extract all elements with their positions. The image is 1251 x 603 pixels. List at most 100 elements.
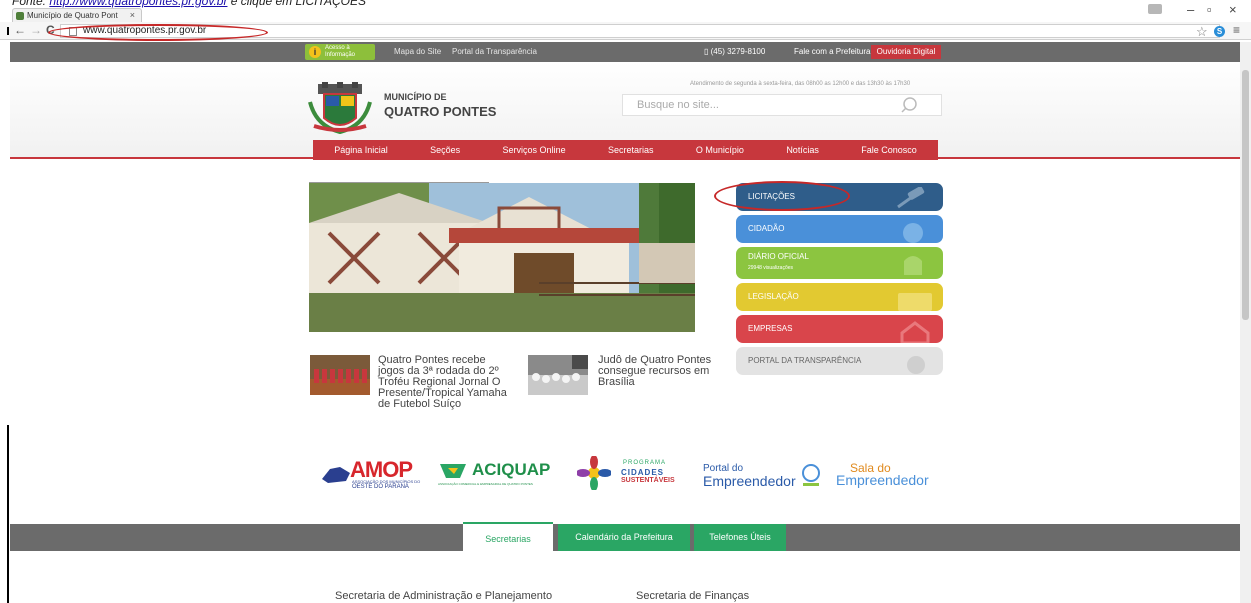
tab-telefones[interactable]: Telefones Úteis <box>694 524 786 551</box>
programa-line3: SUSTENTÁVEIS <box>621 477 675 484</box>
news-item-2-title[interactable]: Judô de Quatro Pontes consegue recursos … <box>598 355 718 388</box>
horario-text: Atendimento de segunda à sexta-feira, da… <box>690 81 911 87</box>
acesso-line2: Informação <box>325 52 356 58</box>
parana-map-icon <box>322 467 350 483</box>
cidadao-label: CIDADÃO <box>748 224 785 233</box>
nav-pagina-inicial[interactable]: Página Inicial <box>334 145 388 155</box>
window-close-icon[interactable]: × <box>1229 2 1237 17</box>
browser-menu-icon[interactable]: ≡ <box>1233 23 1240 37</box>
aciquap-text: ACIQUAP <box>472 460 551 479</box>
empresas-label: EMPRESAS <box>748 324 793 333</box>
bookmark-star-icon[interactable]: ☆ <box>1196 24 1208 40</box>
url-bar[interactable]: www.quatropontes.pr.gov.br <box>60 24 1220 38</box>
url-text: www.quatropontes.pr.gov.br <box>83 25 207 36</box>
team-photo <box>310 355 370 395</box>
secretaria-financas-link[interactable]: Secretaria de Finanças <box>636 590 749 602</box>
tab-close-icon[interactable]: × <box>130 9 135 22</box>
nav-secoes[interactable]: Seções <box>430 145 460 155</box>
sala-line2: Empreendedor <box>836 472 929 488</box>
service-portal-transparencia[interactable]: PORTAL DA TRANSPARÊNCIA <box>736 347 943 375</box>
banner-image[interactable] <box>309 183 695 332</box>
diario-views: 29948 visualizações <box>748 265 794 271</box>
magnifier-icon <box>907 356 925 374</box>
download-icon[interactable] <box>1148 4 1162 14</box>
municipio-label: MUNICÍPIO DE <box>384 92 447 102</box>
nav-o-municipio[interactable]: O Município <box>696 145 744 155</box>
programa-cidades-logo[interactable]: PROGRAMA CIDADES SUSTENTÁVEIS <box>577 456 682 492</box>
main-nav: Página Inicial Seções Serviços Online Se… <box>313 140 938 160</box>
service-diario-oficial[interactable]: DIÁRIO OFICIAL 29948 visualizações <box>736 247 943 279</box>
nav-fale-conosco[interactable]: Fale Conosco <box>861 145 917 155</box>
tab-title: Município de Quatro Pont <box>27 11 118 20</box>
acesso-line1: Acesso à <box>325 45 350 51</box>
ouvidoria-button[interactable]: Ouvidoria Digital <box>871 45 941 59</box>
secretaria-administracao-link[interactable]: Secretaria de Administração e Planejamen… <box>335 590 552 602</box>
service-legislacao[interactable]: LEGISLAÇÃO <box>736 283 943 311</box>
mei-icon <box>802 464 820 486</box>
portal-line2: Empreendedor <box>703 473 796 489</box>
document-margin-mark <box>7 425 9 603</box>
tab-calendario[interactable]: Calendário da Prefeitura <box>558 524 690 551</box>
house-icon <box>900 321 930 343</box>
nav-noticias[interactable]: Notícias <box>786 145 819 155</box>
legislacao-label: LEGISLAÇÃO <box>748 292 799 301</box>
news-2-text: Judô de Quatro Pontes consegue recursos … <box>598 354 712 388</box>
municipio-name: QUATRO PONTES <box>384 104 497 119</box>
search-icon[interactable] <box>900 96 918 114</box>
back-arrow-icon[interactable]: ← <box>14 23 26 37</box>
phone-info: ▯ (45) 3279-8100 <box>704 47 765 56</box>
programa-line1: PROGRAMA <box>623 460 667 466</box>
skype-icon[interactable]: S <box>1214 26 1225 37</box>
news-thumbnail-2[interactable] <box>528 355 588 395</box>
fale-prefeitura-link[interactable]: Fale com a Prefeitura <box>794 47 870 56</box>
nav-servicos-online[interactable]: Serviços Online <box>503 145 566 155</box>
portal-transparencia-link[interactable]: Portal da Transparência <box>452 47 537 56</box>
gavel-icon <box>897 187 925 209</box>
info-icon: i <box>309 46 321 58</box>
phone-icon: ▯ <box>704 47 711 56</box>
service-licitacoes[interactable]: LICITAÇÕES <box>736 183 943 211</box>
nav-secretarias[interactable]: Secretarias <box>608 145 654 155</box>
android-icon <box>904 256 922 275</box>
person-icon <box>903 223 923 243</box>
document-icon <box>898 293 932 311</box>
browser-tab-bar: Município de Quatro Pont × – ▫ × <box>0 0 1251 22</box>
phone-number: (45) 3279-8100 <box>710 47 766 56</box>
transparencia-label: PORTAL DA TRANSPARÊNCIA <box>748 356 862 365</box>
aciquap-logo[interactable]: ACIQUAP ASSOCIAÇÃO COMERCIAL E EMPRESARI… <box>438 460 554 492</box>
municipal-crest-icon <box>308 82 372 134</box>
screenshot: Fonte: http://www.quatropontes.pr.gov.br… <box>0 0 1251 603</box>
document-margin-mark-top <box>7 27 9 35</box>
news-1-text: Quatro Pontes recebe jogos da 3ª rodada … <box>378 354 507 410</box>
scrollbar-thumb[interactable] <box>1242 70 1249 320</box>
page-icon <box>69 27 77 36</box>
browser-tab[interactable]: Município de Quatro Pont × <box>12 8 142 22</box>
mapa-site-link[interactable]: Mapa do Site <box>394 47 441 56</box>
aciquap-sub: ASSOCIAÇÃO COMERCIAL E EMPRESARIAL DE QU… <box>438 482 533 486</box>
building-photo <box>309 183 695 332</box>
news-item-1-title[interactable]: Quatro Pontes recebe jogos da 3ª rodada … <box>378 355 508 410</box>
portal-empreendedor-logo[interactable]: Portal do Empreendedor <box>703 463 823 493</box>
favicon-icon <box>16 12 24 20</box>
acesso-informacao-button[interactable]: i Acesso à Informação <box>305 44 375 60</box>
address-toolbar: ← → C www.quatropontes.pr.gov.br <box>0 22 1251 40</box>
forward-arrow-icon[interactable]: → <box>30 23 42 37</box>
reload-icon[interactable]: C <box>46 23 55 37</box>
judo-photo <box>528 355 588 395</box>
sala-empreendedor-logo[interactable]: Sala do Empreendedor <box>836 461 929 493</box>
licitacoes-label: LICITAÇÕES <box>748 192 795 201</box>
aciquap-mark-icon <box>440 464 466 478</box>
flower-icon <box>577 456 611 490</box>
service-empresas[interactable]: EMPRESAS <box>736 315 943 343</box>
search-input[interactable]: Busque no site... <box>622 94 942 116</box>
tab-secretarias[interactable]: Secretarias <box>463 522 553 553</box>
site-top-bar <box>10 42 1240 62</box>
minimize-icon[interactable]: – <box>1187 2 1194 17</box>
maximize-icon[interactable]: ▫ <box>1207 2 1212 17</box>
amop-sub2: OESTE DO PARANÁ <box>352 484 409 490</box>
news-thumbnail-1[interactable] <box>310 355 370 395</box>
service-cidadao[interactable]: CIDADÃO <box>736 215 943 243</box>
programa-line2: CIDADES <box>621 468 665 477</box>
amop-logo[interactable]: AMOP ASSOCIAÇÃO DOS MUNICÍPIOS DO OESTE … <box>322 457 422 493</box>
diario-label: DIÁRIO OFICIAL <box>748 252 809 261</box>
